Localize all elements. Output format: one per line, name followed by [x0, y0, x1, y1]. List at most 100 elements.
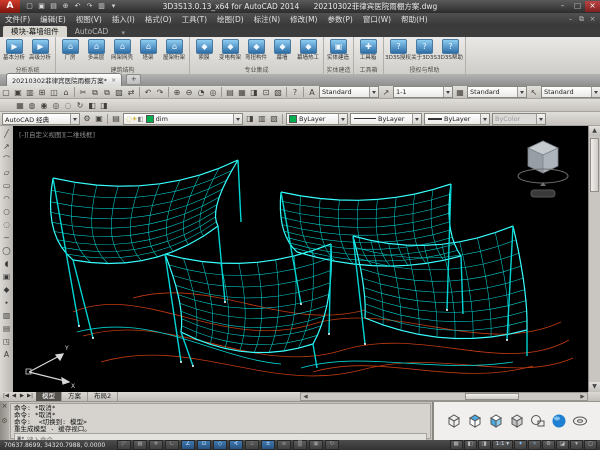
layout-tab-0[interactable]: 模型	[36, 392, 62, 401]
status-toggle-3d-osnap[interactable]: ◇	[213, 440, 227, 450]
ribbon-button[interactable]: ▶基本分析	[2, 38, 27, 66]
presspull-icon[interactable]	[529, 412, 547, 430]
box-front-face-icon[interactable]	[487, 412, 505, 430]
menu-item-4[interactable]: 格式(O)	[140, 13, 177, 26]
workspace-settings-gear-icon[interactable]: ⚙	[81, 113, 93, 124]
scroll-down-icon[interactable]: ▼	[589, 382, 600, 392]
prev-tab-icon[interactable]: ◀	[10, 392, 18, 401]
ribbon-minimize-icon[interactable]: ▾	[116, 29, 130, 37]
std-toolbar-button-22[interactable]: ▦	[236, 87, 248, 98]
menu-item-10[interactable]: 窗口(W)	[358, 13, 396, 26]
ribbon-button[interactable]: ▶高级分析	[28, 38, 53, 66]
workspace-switch-gear-icon[interactable]: ⚙	[542, 440, 555, 450]
annotation-scale-button[interactable]: 1:1 ▾	[492, 440, 513, 450]
layer-combo[interactable]: ◌ ☀ ◧ dim	[123, 113, 243, 125]
table-style-combo[interactable]: Standard	[467, 86, 527, 98]
file-tab[interactable]: 20210302菲律宾医院雨棚方案* ×	[6, 73, 122, 86]
secondary-toolbar-button-7[interactable]: ◨	[98, 100, 110, 111]
command-wrench-icon[interactable]: ⚙	[1, 417, 7, 425]
dim-style-combo[interactable]: 1-1	[393, 86, 453, 98]
secondary-toolbar-button-0[interactable]: ▦	[14, 100, 26, 111]
menu-item-3[interactable]: 插入(I)	[107, 13, 140, 26]
status-toggle-osnap[interactable]: ⊡	[197, 440, 211, 450]
doc-close-button[interactable]: ×	[587, 15, 598, 24]
status-toggle-infer-constraints[interactable]: ◸	[117, 440, 131, 450]
vertical-scroll-thumb[interactable]	[590, 138, 599, 192]
std-toolbar-button-17[interactable]: ⊖	[183, 87, 195, 98]
annotation-visibility-icon[interactable]: ✦	[514, 440, 527, 450]
std-toolbar-button-11[interactable]: ⇄	[125, 87, 137, 98]
chevron-down-icon[interactable]	[412, 114, 421, 124]
torus-icon[interactable]	[571, 412, 589, 430]
new-tab-button[interactable]: +	[126, 74, 141, 85]
status-toggle-dyn[interactable]: ±	[261, 440, 275, 450]
status-toggle-snap[interactable]: ▦	[133, 440, 147, 450]
toolbar-lock-icon[interactable]: ◪	[556, 440, 569, 450]
status-toggle-ortho[interactable]: ∟	[165, 440, 179, 450]
vertical-scrollbar[interactable]: ▲ ▼	[588, 126, 600, 392]
draw-tool-13[interactable]: ∙	[1, 296, 12, 309]
draw-tool-6[interactable]: ○	[1, 205, 12, 218]
chevron-down-icon[interactable]	[517, 87, 526, 97]
ribbon-button[interactable]: ▣实体建造	[326, 38, 351, 66]
next-tab-icon[interactable]: ▶	[18, 392, 26, 401]
qat-button-2[interactable]: ▤	[48, 1, 59, 12]
menu-item-9[interactable]: 参数(P)	[322, 13, 357, 26]
viewport-label[interactable]: [-][自定义视图][二维线框]	[19, 129, 95, 139]
layer-previous-icon[interactable]: ◨	[244, 113, 256, 124]
doc-restore-button[interactable]: ⧉	[576, 15, 587, 24]
maximize-button[interactable]: □	[570, 1, 585, 12]
minimize-button[interactable]: –	[555, 1, 570, 12]
secondary-toolbar-button-5[interactable]: ↻	[74, 100, 86, 111]
draw-tool-9[interactable]: ◯	[1, 244, 12, 257]
first-tab-icon[interactable]: |◀	[2, 392, 10, 401]
drawing-canvas[interactable]: ╱↗⌒▱▭◠○◌∼◯◖▣◆∙▨▤◳A Y X	[0, 126, 600, 392]
std-toolbar-button-24[interactable]: ⊡	[260, 87, 272, 98]
std-toolbar-button-9[interactable]: ⧉	[101, 87, 113, 98]
qat-button-0[interactable]: ▢	[24, 1, 35, 12]
std-toolbar-button-16[interactable]: ⊕	[171, 87, 183, 98]
std-toolbar-button-19[interactable]: ◎	[207, 87, 219, 98]
qat-button-4[interactable]: ↶	[72, 1, 83, 12]
lineweight-combo[interactable]: ByLayer	[424, 113, 490, 125]
menu-item-2[interactable]: 视图(V)	[71, 13, 107, 26]
ribbon-button[interactable]: ◆幕墙	[270, 38, 295, 66]
layout-nav-buttons[interactable]: |◀ ◀ ▶ ▶|	[2, 392, 34, 401]
status-toggle-polar[interactable]: ∠	[181, 440, 195, 450]
draw-tool-7[interactable]: ◌	[1, 218, 12, 231]
status-menu-icon[interactable]: ▾	[570, 440, 583, 450]
menu-item-5[interactable]: 工具(T)	[177, 13, 212, 26]
std-toolbar-button-7[interactable]: ✂	[77, 87, 89, 98]
qat-button-3[interactable]: ⊕	[60, 1, 71, 12]
draw-tool-4[interactable]: ▭	[1, 179, 12, 192]
chevron-down-icon[interactable]	[233, 114, 242, 124]
menu-item-8[interactable]: 修改(M)	[285, 13, 322, 26]
std-toolbar-button-4[interactable]: ◫	[48, 87, 60, 98]
layout2-button[interactable]: ◨	[478, 440, 491, 450]
chevron-down-icon[interactable]	[70, 114, 79, 124]
draw-tool-17[interactable]: A	[1, 348, 12, 361]
draw-tool-2[interactable]: ⌒	[1, 153, 12, 166]
draw-tool-3[interactable]: ▱	[1, 166, 12, 179]
secondary-toolbar-button-6[interactable]: ◧	[86, 100, 98, 111]
chevron-down-icon[interactable]	[480, 114, 489, 124]
draw-tool-5[interactable]: ◠	[1, 192, 12, 205]
sphere-icon[interactable]	[550, 412, 568, 430]
last-tab-icon[interactable]: ▶|	[26, 392, 34, 401]
ribbon-button[interactable]: ◆弯扭构件	[244, 38, 269, 66]
ribbon-tab-1[interactable]: AutoCAD	[67, 26, 117, 37]
chevron-down-icon[interactable]	[338, 114, 347, 124]
draw-tool-16[interactable]: ◳	[1, 335, 12, 348]
status-toggle-otrack[interactable]: ∢	[229, 440, 243, 450]
layout1-button[interactable]: ◧	[464, 440, 477, 450]
box-wireframe-icon[interactable]	[445, 412, 463, 430]
horizontal-scrollbar[interactable]: ◀ ▶	[300, 392, 588, 401]
secondary-toolbar-button-1[interactable]: ◍	[26, 100, 38, 111]
std-toolbar-button-13[interactable]: ↶	[142, 87, 154, 98]
status-toggle-lineweight[interactable]: ≡	[277, 440, 291, 450]
std-toolbar-button-21[interactable]: ▤	[224, 87, 236, 98]
ribbon-button[interactable]: ◆变电构架	[218, 38, 243, 66]
layer-properties-icon[interactable]: ▤	[110, 113, 122, 124]
ribbon-button[interactable]: ?关于3D3S	[412, 38, 437, 66]
qat-button-5[interactable]: ↷	[84, 1, 95, 12]
